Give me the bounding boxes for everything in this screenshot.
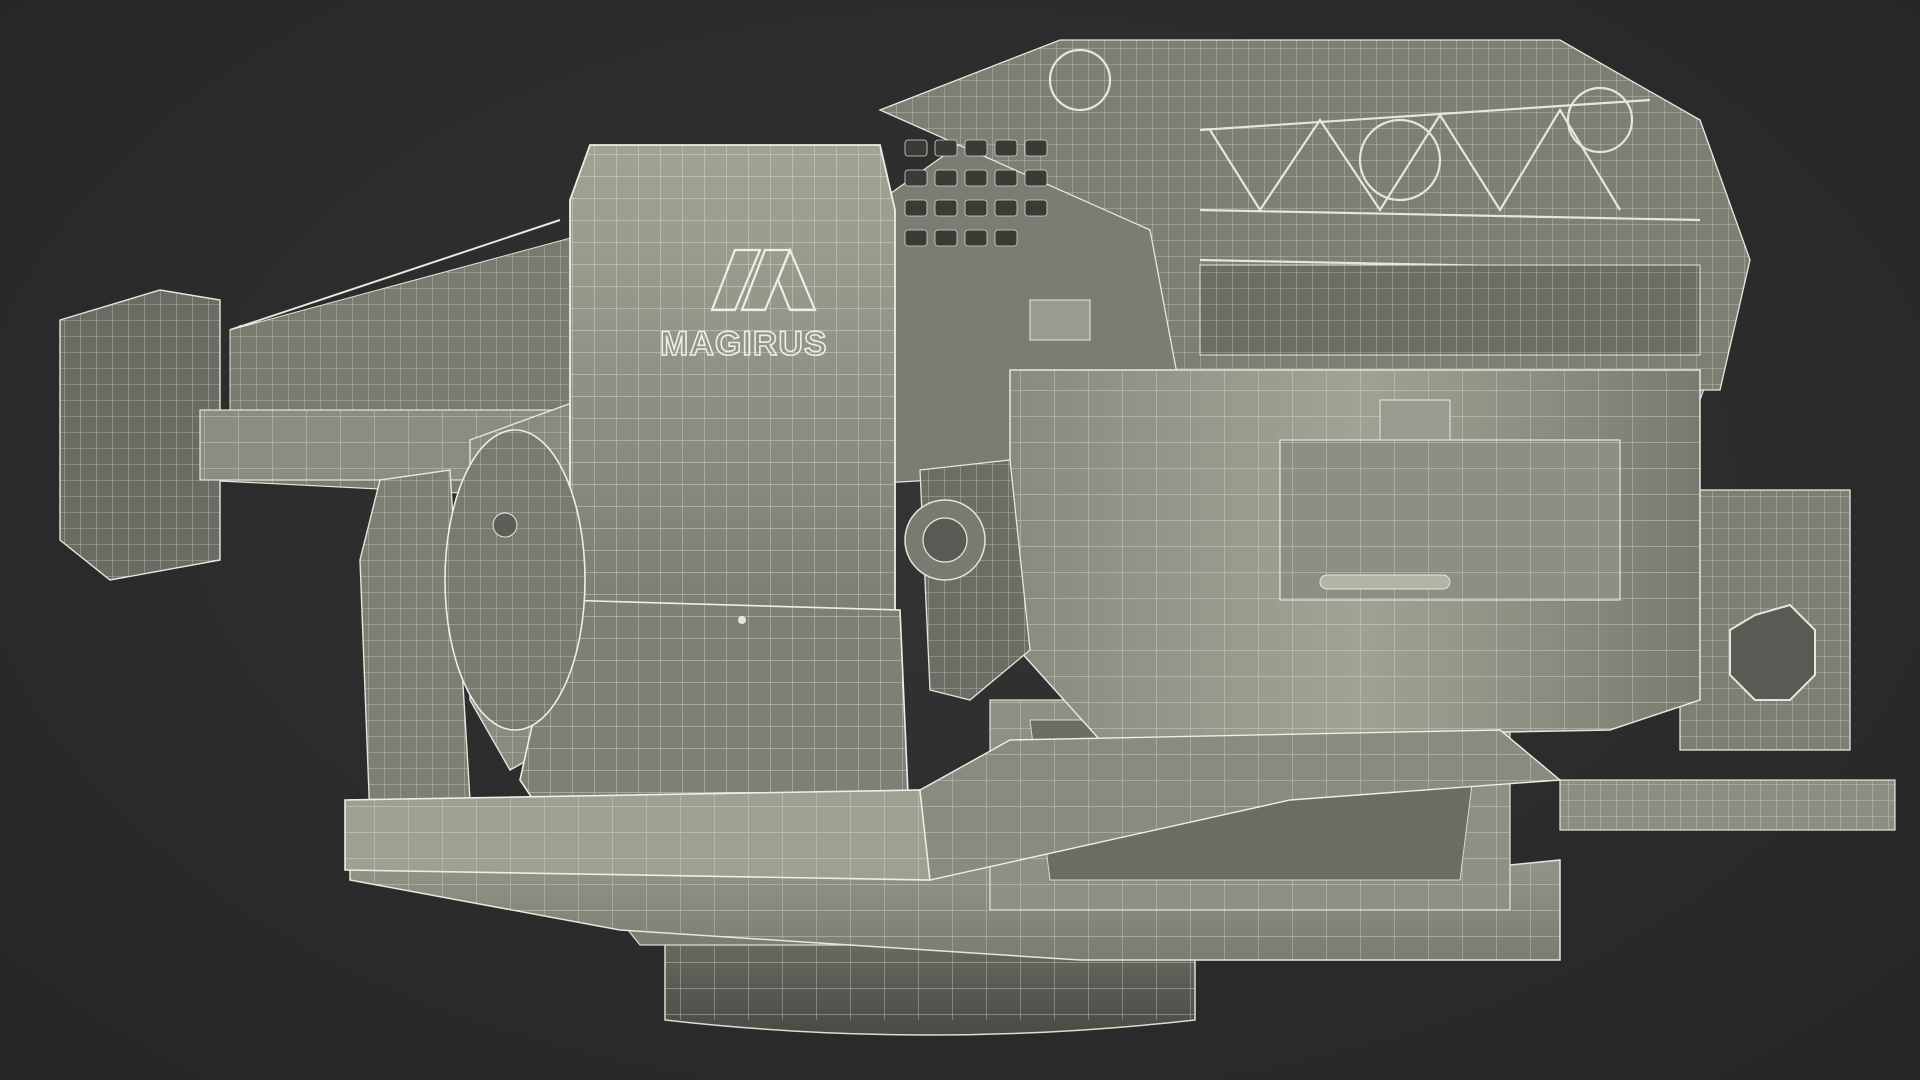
pivot-hinge bbox=[904, 459, 1031, 701]
magirus-logo-text: MAGIRUS bbox=[660, 325, 828, 363]
fire-truck-turntable-render: MAGIRUS bbox=[59, 39, 1896, 1036]
render-viewport: MAGIRUS bbox=[0, 0, 1920, 1080]
